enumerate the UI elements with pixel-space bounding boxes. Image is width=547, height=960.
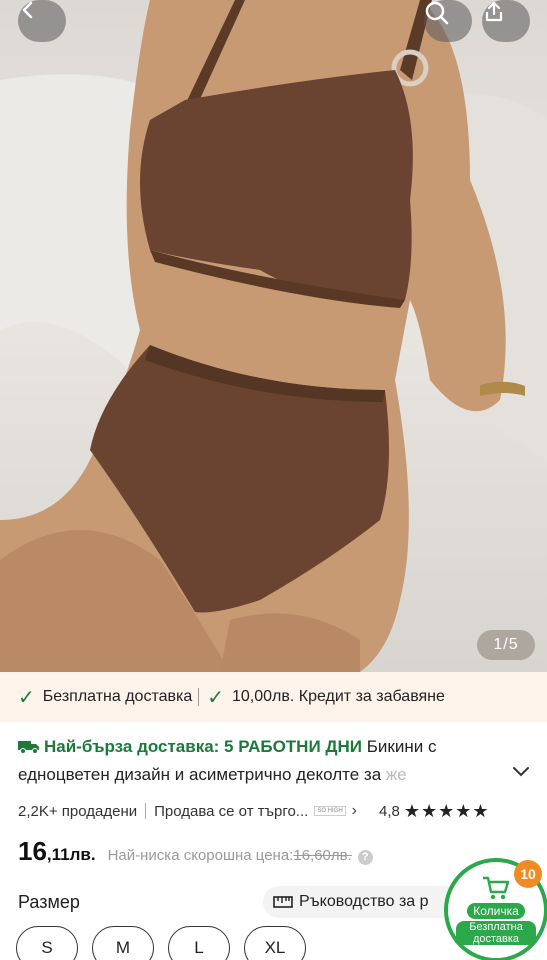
size-options: S M L XL bbox=[16, 926, 306, 960]
image-counter: 1/5 bbox=[477, 630, 535, 660]
back-button[interactable] bbox=[18, 0, 66, 42]
product-image[interactable]: 1/5 bbox=[0, 0, 547, 672]
star-rating-icon: ★★★★★ bbox=[403, 800, 490, 821]
share-icon bbox=[485, 1, 503, 22]
seller-link[interactable]: Продава се от търго... bbox=[154, 803, 308, 820]
price-main: 16 bbox=[18, 836, 47, 866]
check-icon: ✓ bbox=[18, 686, 35, 709]
truck-icon bbox=[18, 741, 39, 754]
title-text-start: Бикини с bbox=[366, 737, 437, 756]
title-text-fade: же bbox=[385, 765, 407, 784]
size-guide-label: Ръководство за р bbox=[299, 893, 429, 910]
lowest-price-label: Най-ниска скорошна цена: bbox=[107, 847, 294, 864]
search-button[interactable] bbox=[424, 0, 472, 42]
benefit-free-shipping-label: Безплатна доставка bbox=[42, 688, 193, 705]
divider bbox=[145, 803, 147, 819]
benefit-free-shipping: ✓ Безплатна доставка bbox=[18, 685, 192, 710]
ruler-icon bbox=[273, 896, 293, 908]
cart-count-badge: 10 bbox=[514, 860, 542, 888]
cart-icon bbox=[483, 876, 510, 900]
seller-logo: SO HIGH bbox=[314, 806, 346, 816]
search-icon bbox=[425, 1, 449, 25]
rating-value: 4,8 bbox=[378, 802, 400, 820]
size-option-l[interactable]: L bbox=[168, 926, 230, 960]
stats-row: 2,2K+ продадени Продава се от търго... S… bbox=[18, 798, 533, 824]
rating[interactable]: 4,8 ★★★★★ bbox=[379, 801, 490, 822]
title-text-rest: едноцветен дизайн и асиметрично деколте … bbox=[18, 765, 386, 784]
fast-delivery-label: Най-бърза доставка: 5 РАБОТНИ ДНИ bbox=[44, 737, 363, 756]
size-label: Размер bbox=[18, 892, 80, 912]
cart-button[interactable]: 10 Количка Безплатна доставка bbox=[448, 860, 544, 958]
chevron-down-icon[interactable] bbox=[512, 766, 530, 778]
divider bbox=[198, 688, 200, 706]
price-row: 16 ,11лв. Най-ниска скорошна цена: 16,60… bbox=[18, 836, 373, 867]
size-option-xl[interactable]: XL bbox=[244, 926, 306, 960]
price-cents: ,11лв. bbox=[46, 845, 96, 864]
size-option-s[interactable]: S bbox=[16, 926, 78, 960]
share-button[interactable] bbox=[482, 0, 530, 42]
old-price: 16,60лв. bbox=[293, 847, 352, 864]
benefit-delay-credit-label: 10,00лв. Кредит за забавяне bbox=[232, 688, 445, 705]
check-icon: ✓ bbox=[207, 686, 224, 709]
size-option-m[interactable]: M bbox=[92, 926, 154, 960]
back-icon bbox=[22, 1, 33, 19]
sold-count: 2,2K+ продадени bbox=[18, 802, 138, 820]
size-guide-button[interactable]: Ръководство за р bbox=[263, 886, 463, 918]
benefits-bar[interactable]: ✓ Безплатна доставка ✓ 10,00лв. Кредит з… bbox=[0, 672, 547, 722]
cart-label: Количка bbox=[467, 903, 525, 919]
product-photo bbox=[0, 0, 547, 672]
chevron-right-icon[interactable]: › bbox=[352, 802, 357, 820]
help-icon[interactable]: ? bbox=[357, 850, 373, 865]
benefit-delay-credit: ✓ 10,00лв. Кредит за забавяне bbox=[207, 685, 445, 710]
cart-free-shipping-label: Безплатна доставка bbox=[456, 921, 536, 945]
product-title[interactable]: Най-бърза доставка: 5 РАБОТНИ ДНИ Бикини… bbox=[18, 733, 518, 789]
